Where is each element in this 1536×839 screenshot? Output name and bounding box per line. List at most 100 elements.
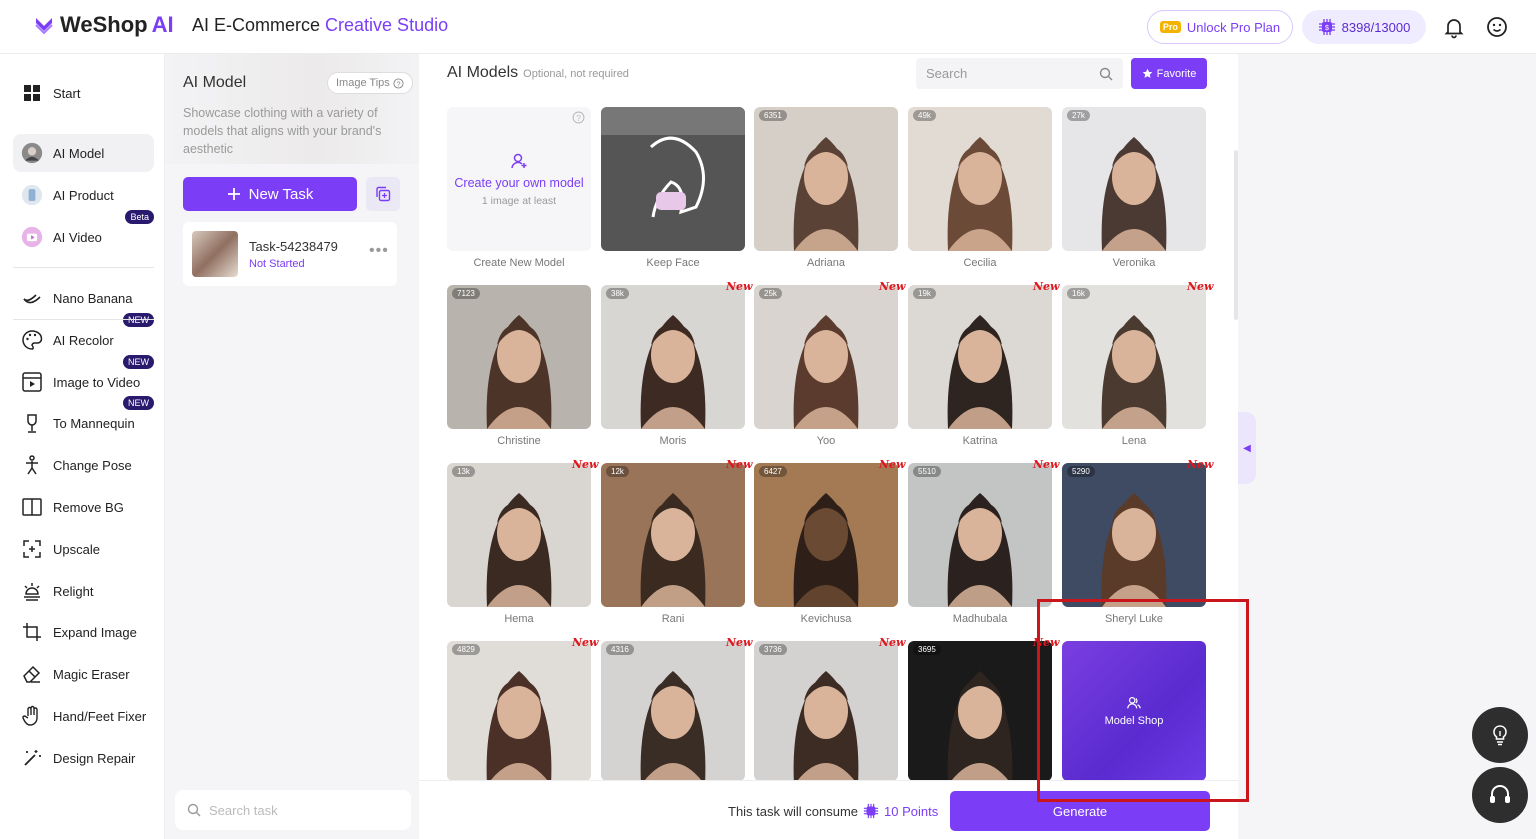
usage-count: 19k — [913, 288, 936, 299]
model-shop-card[interactable]: Model Shop — [1062, 641, 1206, 781]
favorite-button[interactable]: Favorite — [1131, 58, 1207, 89]
sidebar-item-hand-feet-fixer[interactable]: Hand/Feet Fixer — [13, 697, 154, 735]
more-options-icon[interactable]: ••• — [369, 242, 389, 260]
model-search-placeholder: Search — [926, 66, 968, 81]
sidebar-item-label: Magic Eraser — [53, 666, 130, 682]
logo[interactable]: WeShop AI — [32, 12, 174, 38]
sidebar-item-remove-bg[interactable]: Remove BG — [13, 488, 154, 526]
banana-icon — [21, 287, 43, 309]
bell-icon[interactable] — [1442, 15, 1466, 39]
model-name: Veronika — [1112, 257, 1156, 269]
sidebar-item-label: Start — [53, 85, 81, 101]
model-card[interactable]: 6427 — [754, 463, 898, 607]
image-tips-button[interactable]: Image Tips ? — [327, 72, 413, 94]
model-name: Sheryl Luke — [1104, 613, 1164, 625]
sidebar-badge: NEW — [123, 313, 154, 327]
grid-icon — [21, 82, 43, 104]
copy-task-button[interactable] — [366, 177, 400, 211]
image-video-icon — [21, 371, 43, 393]
sidebar-item-expand-image[interactable]: Expand Image — [13, 613, 154, 651]
sidebar-item-label: AI Model — [53, 145, 105, 161]
search-icon — [187, 803, 201, 817]
sidebar-badge: Beta — [125, 210, 154, 224]
support-button[interactable] — [1472, 767, 1528, 823]
task-panel: AI Model Image Tips ? Showcase clothing … — [165, 54, 419, 839]
sidebar-item-magic-eraser[interactable]: Magic Eraser — [13, 655, 154, 693]
mannequin-icon — [21, 412, 43, 434]
copy-icon — [376, 186, 391, 202]
sidebar-item-label: AI Product — [53, 187, 114, 203]
sidebar-item-start[interactable]: Start — [13, 74, 154, 112]
pro-tag: Pro — [1159, 21, 1181, 33]
usage-count: 38k — [606, 288, 629, 299]
model-card[interactable]: 13k — [447, 463, 591, 607]
help-icon: ? — [572, 111, 585, 124]
sidebar-item-ai-product[interactable]: AI Product — [13, 176, 154, 214]
model-name: Madhubala — [952, 613, 1008, 625]
new-tag: New — [1187, 458, 1214, 471]
scrollbar[interactable] — [1234, 150, 1238, 320]
task-card[interactable]: Task-54238479 Not Started ••• — [183, 222, 397, 286]
model-card[interactable]: 16k — [1062, 285, 1206, 429]
search-icon — [1099, 67, 1113, 80]
usage-count: 5510 — [913, 466, 941, 477]
sidebar-item-design-repair[interactable]: Design Repair — [13, 739, 154, 777]
points-button[interactable]: $ 8398/13000 — [1302, 10, 1426, 44]
lightbulb-button[interactable] — [1472, 707, 1528, 763]
sidebar-item-label: Nano Banana — [53, 290, 133, 306]
collapse-panel-button[interactable]: ◀ — [1238, 412, 1256, 484]
model-card[interactable]: 27k — [1062, 107, 1206, 251]
sidebar-item-label: Change Pose — [53, 457, 132, 473]
model-card[interactable]: 19k — [908, 285, 1052, 429]
model-shop-label: Model Shop — [1104, 715, 1164, 727]
sidebar-item-label: Remove BG — [53, 499, 124, 515]
create-model-card[interactable]: ? Create your own model 1 image at least — [447, 107, 591, 251]
model-card[interactable]: 7123 — [447, 285, 591, 429]
usage-count: 4829 — [452, 644, 480, 655]
model-card[interactable]: 49k — [908, 107, 1052, 251]
app-title-prefix: AI E-Commerce — [192, 15, 326, 35]
usage-count: 4316 — [606, 644, 634, 655]
model-card[interactable]: 12k — [601, 463, 745, 607]
points-cost: 10 Points — [884, 803, 939, 819]
usage-count: 6427 — [759, 466, 787, 477]
model-card[interactable] — [601, 107, 745, 251]
model-card[interactable]: 5290 — [1062, 463, 1206, 607]
add-user-icon — [511, 153, 527, 168]
model-card[interactable]: 5510 — [908, 463, 1052, 607]
sidebar-item-ai-recolor[interactable]: AI Recolor NEW — [13, 313, 154, 359]
model-card[interactable]: 6351 — [754, 107, 898, 251]
usage-count: 7123 — [452, 288, 480, 299]
sidebar-item-nano-banana[interactable]: Nano Banana — [13, 279, 154, 317]
model-card[interactable]: 25k — [754, 285, 898, 429]
keep-face-icon — [601, 107, 745, 251]
model-card[interactable]: 38k — [601, 285, 745, 429]
remove-bg-icon — [21, 496, 43, 518]
search-task-placeholder: Search task — [209, 802, 278, 818]
unlock-pro-button[interactable]: Pro Unlock Pro Plan — [1147, 10, 1293, 44]
model-card[interactable]: 4316 — [601, 641, 745, 781]
model-card[interactable]: 4829 — [447, 641, 591, 781]
chip-icon: $ — [1318, 19, 1335, 35]
new-task-button[interactable]: New Task — [183, 177, 357, 211]
sidebar-item-relight[interactable]: Relight — [13, 572, 154, 610]
panel-title: AI Model — [183, 74, 247, 91]
sidebar-item-ai-video[interactable]: AI Video Beta — [13, 210, 154, 256]
footer-bar: This task will consume 10 Points Generat… — [419, 780, 1238, 839]
plus-icon — [227, 188, 240, 200]
sidebar-item-to-mannequin[interactable]: To Mannequin NEW — [13, 396, 154, 442]
model-card[interactable]: 3695 — [908, 641, 1052, 781]
sidebar-divider — [13, 319, 154, 320]
face-icon[interactable] — [1485, 15, 1509, 39]
eraser-icon — [21, 663, 43, 685]
model-name: Yoo — [816, 435, 836, 447]
model-card[interactable]: 3736 — [754, 641, 898, 781]
search-task-input[interactable]: Search task — [175, 790, 411, 830]
sidebar-item-ai-model[interactable]: AI Model — [13, 134, 154, 172]
sidebar-item-change-pose[interactable]: Change Pose — [13, 446, 154, 484]
generate-button[interactable]: Generate — [950, 791, 1210, 831]
model-search-input[interactable]: Search — [916, 58, 1123, 89]
sidebar-item-upscale[interactable]: Upscale — [13, 530, 154, 568]
palette-icon — [21, 329, 43, 351]
task-thumbnail — [192, 231, 238, 277]
